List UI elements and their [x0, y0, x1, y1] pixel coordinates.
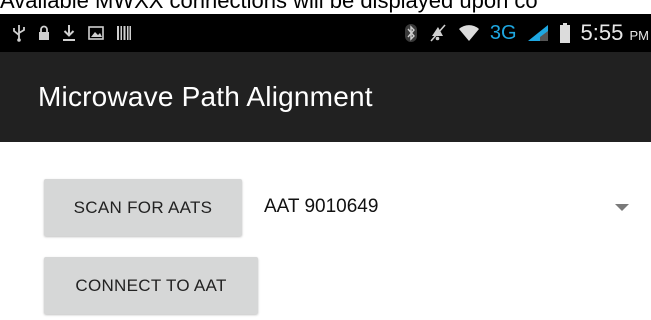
image-icon — [88, 26, 104, 40]
barcode-icon — [116, 25, 132, 41]
app-title: Microwave Path Alignment — [38, 81, 373, 112]
clock-ampm: PM — [629, 28, 650, 43]
scan-for-aats-button[interactable]: SCAN FOR AATS — [44, 179, 242, 236]
network-type-label: 3G — [489, 21, 517, 44]
battery-icon — [559, 23, 571, 43]
mute-icon — [428, 23, 448, 43]
usb-icon — [12, 24, 26, 42]
status-bar-notifications — [12, 14, 132, 52]
selected-aat-value: AAT 9010649 — [264, 196, 379, 217]
dropdown-arrow-icon — [615, 204, 629, 211]
status-bar-system: 3G 5:55 PM — [404, 14, 651, 52]
bluetooth-icon — [404, 23, 418, 43]
clock-time: 5:55 — [580, 20, 624, 45]
caption-text: Available MWXX connections will be displ… — [0, 0, 538, 13]
signal-icon — [527, 24, 549, 42]
status-time: 5:55 PM — [581, 20, 651, 46]
aat-selector-spinner[interactable]: AAT 9010649 — [262, 179, 651, 236]
main-content: SCAN FOR AATS AAT 9010649 CONNECT TO AAT — [0, 142, 651, 320]
wifi-icon — [458, 24, 480, 42]
status-bar: 3G 5:55 PM — [0, 14, 651, 52]
connect-to-aat-button[interactable]: CONNECT TO AAT — [44, 257, 258, 314]
lock-icon — [38, 25, 50, 41]
download-icon — [62, 24, 76, 42]
app-bar: Microwave Path Alignment — [0, 52, 651, 142]
